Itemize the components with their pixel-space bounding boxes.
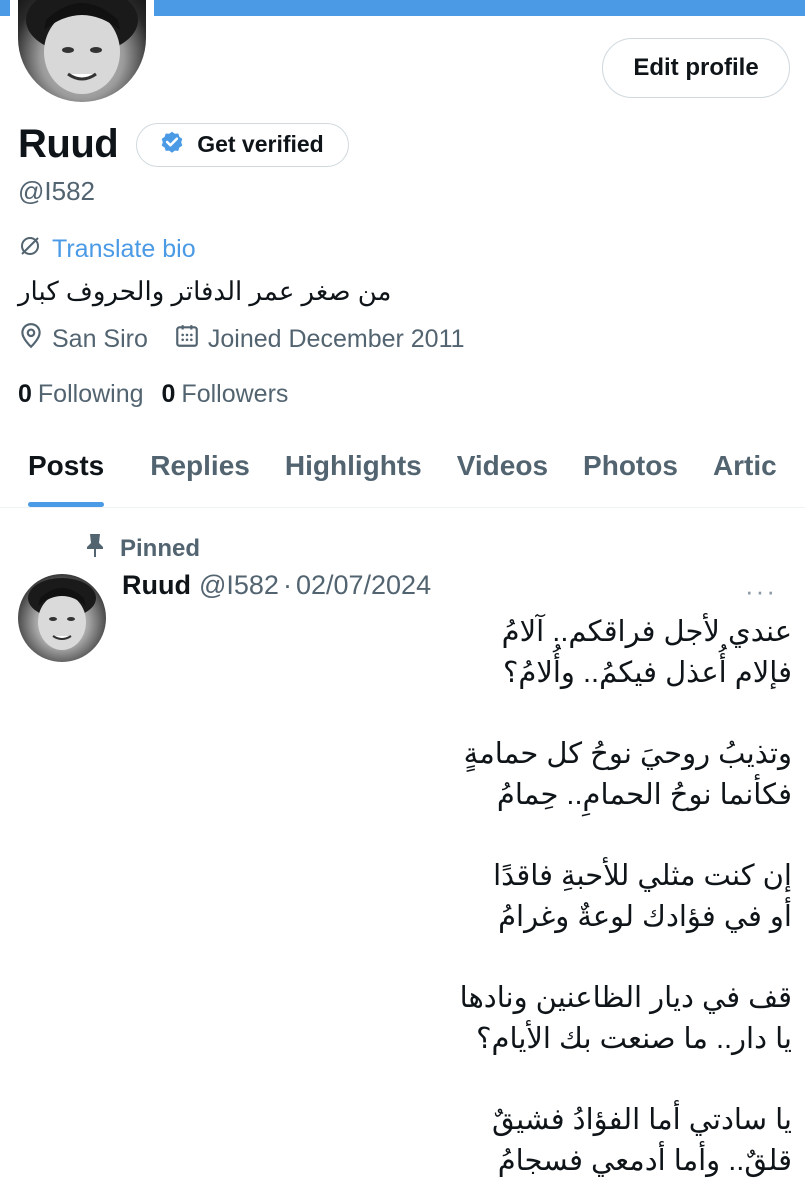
post-author-handle[interactable]: @I582 (199, 570, 279, 601)
get-verified-button[interactable]: Get verified (136, 122, 349, 167)
followers-count: 0 (161, 380, 176, 408)
following-count: 0 (18, 380, 32, 408)
post-line-break (122, 816, 792, 856)
tab-highlights[interactable]: Highlights (285, 440, 422, 507)
pinned-indicator: Pinned (84, 532, 200, 565)
post-line: يا دار.. ما صنعت بك الأيام؟ (476, 1023, 792, 1055)
post-line-break (122, 938, 792, 978)
verified-badge-icon (159, 129, 185, 161)
profile-bio: من صغر عمر الدفاتر والحروف كبار (18, 276, 392, 306)
post-line: أو في فؤادك لوعةٌ وغرامُ (498, 901, 792, 933)
joined-text: Joined December 2011 (207, 325, 465, 353)
post-line: فكأنما نوحُ الحمامِ.. حِمامُ (496, 779, 792, 811)
location-item: San Siro (18, 322, 148, 357)
post-line: وتذيبُ روحيَ نوحُ كل حمامةٍ (463, 738, 792, 770)
post-header: Ruud @I582 · 02/07/2024 (122, 570, 431, 601)
edit-profile-button[interactable]: Edit profile (602, 38, 790, 98)
post-line: فإلام أُعذل فيكمُ.. وأُلامُ؟ (502, 657, 792, 689)
location-pin-icon (18, 322, 44, 357)
pin-icon (84, 532, 106, 565)
followers-label: Followers (181, 380, 289, 408)
joined-item: Joined December 2011 (174, 323, 465, 356)
follow-stats: 0 Following 0 Followers (18, 380, 288, 409)
location-text: San Siro (52, 325, 148, 353)
post-text: عندي لأجل فراقكم.. آلامُ فإلام أُعذل فيك… (122, 612, 792, 1182)
get-verified-label: Get verified (197, 131, 324, 157)
translate-icon (18, 234, 42, 265)
following-label: Following (37, 380, 144, 408)
following-link[interactable]: 0 Following (18, 380, 144, 409)
pinned-label: Pinned (120, 534, 201, 562)
name-row: Ruud Get verified (18, 122, 349, 167)
display-name: Ruud (18, 122, 119, 166)
profile-avatar[interactable] (10, 0, 154, 110)
post-line: قلقٌ.. وأما أدمعي فسجامُ (497, 1145, 792, 1177)
profile-handle: @I582 (18, 176, 95, 206)
tab-photos[interactable]: Photos (583, 440, 678, 507)
tab-videos[interactable]: Videos (457, 440, 548, 507)
calendar-icon (174, 323, 200, 356)
profile-meta: San Siro Joined December 2011 (18, 322, 491, 357)
post-line: قف في ديار الظاعنين ونادها (459, 982, 792, 1014)
post-line-break (122, 694, 792, 734)
tab-posts[interactable]: Posts (28, 440, 105, 507)
profile-tabs: Posts Replies Highlights Videos Photos A… (0, 440, 805, 508)
post-author-avatar[interactable] (18, 574, 106, 662)
tab-replies[interactable]: Replies (150, 440, 250, 507)
post-author-name[interactable]: Ruud (122, 570, 191, 601)
translate-bio-link[interactable]: Translate bio (18, 234, 196, 265)
more-options-icon[interactable]: ··· (745, 576, 777, 607)
post-date[interactable]: 02/07/2024 (296, 570, 431, 601)
post-line: يا سادتي أما الفؤادُ فشيقٌ (491, 1104, 792, 1136)
tab-articles[interactable]: Artic (713, 440, 777, 507)
post-line: عندي لأجل فراقكم.. آلامُ (501, 616, 792, 648)
post-separator: · (282, 570, 292, 600)
post-line-break (122, 1060, 792, 1100)
translate-bio-label: Translate bio (52, 235, 196, 263)
post-line: إن كنت مثلي للأحبةِ فاقدًا (493, 860, 792, 892)
followers-link[interactable]: 0 Followers (162, 380, 289, 409)
